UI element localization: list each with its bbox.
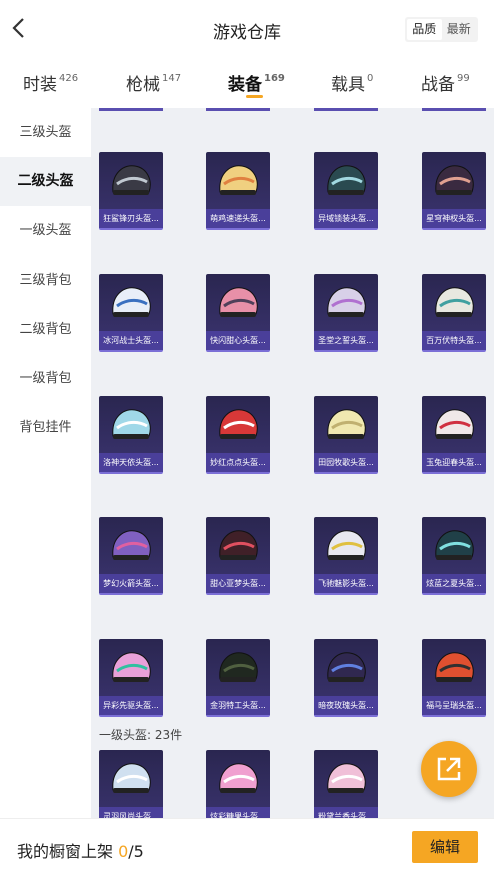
helmet-card[interactable]: 炫彩糖果头盔...	[206, 750, 270, 818]
helmet-icon	[112, 287, 151, 317]
helmet-card[interactable]: 梦幻火箭头盔...	[99, 517, 163, 595]
tab-equipment[interactable]: 装备 169	[228, 70, 285, 95]
sort-toggle: 品质 最新	[405, 17, 478, 42]
helmet-card[interactable]: 暗夜玫瑰头盔...	[314, 639, 378, 717]
helmet-card[interactable]: 甜心亚梦头盔...	[206, 517, 270, 595]
helmet-card[interactable]: 百万伏特头盔...	[422, 274, 486, 352]
helmet-name: 金羽特工头盔...	[206, 696, 270, 715]
sort-newest-button[interactable]: 最新	[442, 19, 477, 40]
helmet-icon	[327, 165, 366, 195]
helmet-card[interactable]: 灵羽风尚头盔...	[99, 750, 163, 818]
section-title-level1-helmet: 一级头盔: 23件	[99, 728, 183, 742]
tab-vehicles[interactable]: 载具 0	[331, 70, 373, 95]
header: 游戏仓库 品质 最新	[0, 0, 494, 58]
category-tabs: 时装 426 枪械 147 装备 169 载具 0 战备 99	[0, 58, 494, 108]
helmet-card[interactable]: 粉黛兰香头盔...	[314, 750, 378, 818]
helmet-card[interactable]: 玉兔迎春头盔...	[422, 396, 486, 474]
helmet-card[interactable]: 金羽特工头盔...	[206, 639, 270, 717]
tab-weapons[interactable]: 枪械 147	[126, 70, 181, 95]
helmet-name: 星穹神权头盔...	[422, 209, 486, 228]
helmet-icon	[435, 530, 474, 560]
active-tab-indicator	[246, 95, 263, 98]
helmet-icon	[219, 763, 258, 793]
helmet-name: 快闪甜心头盔...	[206, 331, 270, 350]
helmet-card[interactable]: 异彩先驱头盔...	[99, 639, 163, 717]
helmet-name: 飞驰魅影头盔...	[314, 574, 378, 593]
sort-quality-button[interactable]: 品质	[407, 19, 442, 40]
partial-card-edge	[422, 108, 486, 111]
helmet-name: 粉黛兰香头盔...	[314, 807, 378, 818]
helmet-name: 福马呈瑞头盔...	[422, 696, 486, 715]
tab-supplies[interactable]: 战备 99	[421, 70, 470, 95]
item-grid: 一级头盔: 23件 狂鲨锋刃头盔... 萌鸡速递头盔... 异域锁装头盔... 星穹神…	[91, 108, 494, 818]
helmet-icon	[112, 165, 151, 195]
partial-card-edge	[99, 108, 163, 111]
sidebar-item-level3-backpack[interactable]: 三级背包	[0, 256, 91, 305]
helmet-card[interactable]: 田园牧歌头盔...	[314, 396, 378, 474]
helmet-icon	[435, 409, 474, 439]
helmet-icon	[219, 287, 258, 317]
share-button[interactable]	[421, 741, 477, 797]
helmet-name: 异彩先驱头盔...	[99, 696, 163, 715]
helmet-name: 玉兔迎春头盔...	[422, 453, 486, 472]
showcase-status: 我的橱窗上架 0/5	[17, 842, 144, 861]
share-icon	[437, 757, 461, 781]
tab-fashion[interactable]: 时装 426	[23, 70, 78, 95]
helmet-icon	[327, 409, 366, 439]
helmet-card[interactable]: 炫蓝之夏头盔...	[422, 517, 486, 595]
helmet-name: 炫蓝之夏头盔...	[422, 574, 486, 593]
sidebar-item-level3-helmet[interactable]: 三级头盔	[0, 108, 91, 157]
helmet-card[interactable]: 异域锁装头盔...	[314, 152, 378, 230]
helmet-icon	[219, 652, 258, 682]
helmet-card[interactable]: 妙红点点头盔...	[206, 396, 270, 474]
helmet-name: 暗夜玫瑰头盔...	[314, 696, 378, 715]
helmet-icon	[327, 530, 366, 560]
helmet-card[interactable]: 洛神天依头盔...	[99, 396, 163, 474]
helmet-name: 梦幻火箭头盔...	[99, 574, 163, 593]
sidebar-item-backpack-pendant[interactable]: 背包挂件	[0, 403, 91, 452]
helmet-name: 圣堂之誓头盔...	[314, 331, 378, 350]
helmet-icon	[112, 530, 151, 560]
helmet-card[interactable]: 狂鲨锋刃头盔...	[99, 152, 163, 230]
sidebar-item-level1-backpack[interactable]: 一级背包	[0, 354, 91, 403]
helmet-card[interactable]: 福马呈瑞头盔...	[422, 639, 486, 717]
helmet-card[interactable]: 萌鸡速递头盔...	[206, 152, 270, 230]
helmet-card[interactable]: 飞驰魅影头盔...	[314, 517, 378, 595]
helmet-name: 冰河战士头盔...	[99, 331, 163, 350]
helmet-icon	[219, 165, 258, 195]
helmet-name: 妙红点点头盔...	[206, 453, 270, 472]
helmet-icon	[327, 763, 366, 793]
helmet-card[interactable]: 冰河战士头盔...	[99, 274, 163, 352]
helmet-icon	[327, 287, 366, 317]
bottom-bar: 我的橱窗上架 0/5 编辑	[0, 818, 494, 875]
helmet-name: 狂鲨锋刃头盔...	[99, 209, 163, 228]
partial-card-edge	[206, 108, 270, 111]
helmet-icon	[435, 165, 474, 195]
helmet-card[interactable]: 星穹神权头盔...	[422, 152, 486, 230]
helmet-icon	[327, 652, 366, 682]
helmet-icon	[219, 530, 258, 560]
helmet-icon	[219, 409, 258, 439]
helmet-name: 甜心亚梦头盔...	[206, 574, 270, 593]
helmet-name: 洛神天依头盔...	[99, 453, 163, 472]
helmet-icon	[435, 287, 474, 317]
helmet-icon	[435, 652, 474, 682]
sidebar-item-level2-backpack[interactable]: 二级背包	[0, 305, 91, 354]
helmet-name: 灵羽风尚头盔...	[99, 807, 163, 818]
helmet-name: 炫彩糖果头盔...	[206, 807, 270, 818]
helmet-card[interactable]: 圣堂之誓头盔...	[314, 274, 378, 352]
helmet-icon	[112, 652, 151, 682]
edit-button[interactable]: 编辑	[412, 831, 478, 863]
helmet-name: 百万伏特头盔...	[422, 331, 486, 350]
sidebar-item-level2-helmet[interactable]: 二级头盔	[0, 157, 91, 206]
sidebar: 三级头盔 二级头盔 一级头盔 三级背包 二级背包 一级背包 背包挂件	[0, 108, 91, 818]
helmet-card[interactable]: 快闪甜心头盔...	[206, 274, 270, 352]
partial-card-edge	[314, 108, 378, 111]
helmet-icon	[112, 763, 151, 793]
helmet-name: 田园牧歌头盔...	[314, 453, 378, 472]
helmet-name: 萌鸡速递头盔...	[206, 209, 270, 228]
helmet-icon	[112, 409, 151, 439]
sidebar-item-level1-helmet[interactable]: 一级头盔	[0, 206, 91, 255]
helmet-name: 异域锁装头盔...	[314, 209, 378, 228]
